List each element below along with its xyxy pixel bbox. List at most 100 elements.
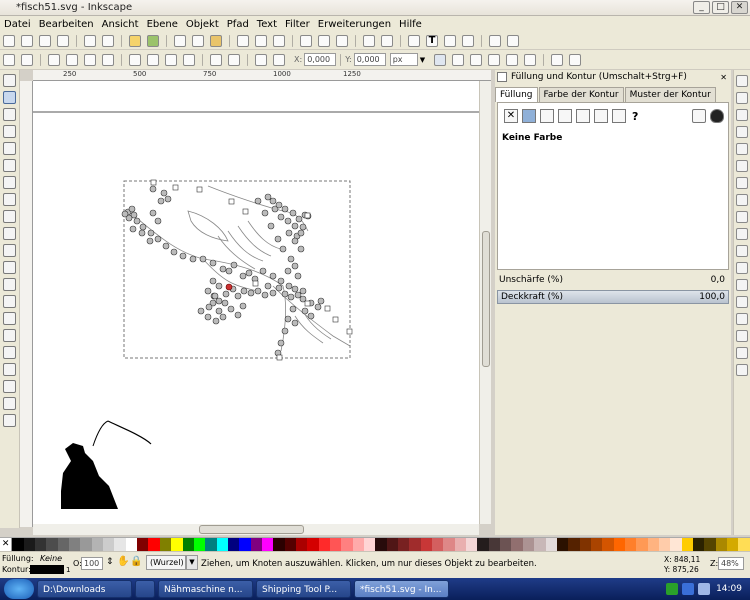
snap-center-icon[interactable] [736, 279, 748, 291]
fill-stroke-icon[interactable] [408, 34, 420, 47]
radial-gradient-button[interactable] [558, 109, 572, 123]
snap-nodes-icon[interactable] [736, 177, 748, 189]
tray-volume-icon[interactable] [698, 583, 711, 595]
gradient-tool-icon[interactable] [3, 363, 16, 376]
paste-icon[interactable] [210, 34, 222, 47]
swatch-button[interactable] [612, 109, 626, 123]
new-file-icon[interactable] [3, 34, 15, 47]
break-path-icon[interactable] [66, 53, 78, 66]
unset-paint-button[interactable]: ? [632, 110, 638, 123]
color-palette[interactable]: ✕ [0, 537, 750, 551]
pattern-button[interactable] [594, 109, 608, 123]
x-field[interactable]: 0,000 [304, 53, 337, 66]
vertical-ruler[interactable] [20, 81, 33, 527]
snap-bbox-center-icon[interactable] [736, 160, 748, 172]
star-tool-icon[interactable] [3, 210, 16, 223]
chevron-down-icon[interactable]: ▼ [420, 56, 425, 64]
start-button[interactable] [4, 579, 34, 599]
menu-text[interactable]: Text [257, 19, 277, 30]
opacity-slider[interactable]: Deckkraft (%) 100,0 [497, 290, 729, 304]
save-icon[interactable] [39, 34, 51, 47]
opacity-value[interactable]: 100,0 [699, 292, 725, 302]
snap-bbox-corner-icon[interactable] [736, 126, 748, 138]
unit-select[interactable]: px [389, 53, 418, 66]
show-transform-handles-icon[interactable] [434, 53, 447, 66]
snap-guide-icon[interactable] [736, 364, 748, 376]
menu-hilfe[interactable]: Hilfe [399, 19, 422, 30]
minimize-button[interactable]: _ [693, 1, 710, 14]
text-font-icon[interactable]: T [426, 34, 438, 47]
lock-icon[interactable]: 🔒 [130, 556, 142, 567]
insert-node-icon[interactable] [3, 53, 15, 66]
menu-filter[interactable]: Filter [285, 19, 310, 30]
layer-select[interactable]: (Wurzel) [146, 555, 186, 570]
next-path-effect-icon[interactable] [488, 53, 501, 66]
spiral-tool-icon[interactable] [3, 227, 16, 240]
chevron-down-icon[interactable]: ▼ [186, 555, 198, 570]
ellipse-tool-icon[interactable] [3, 193, 16, 206]
tab-stroke-style[interactable]: Muster der Kontur [624, 87, 716, 102]
snap-cusp-icon[interactable] [736, 228, 748, 240]
snap-enable-icon[interactable] [736, 75, 748, 87]
delete-segment-icon[interactable] [102, 53, 114, 66]
tray-app-icon[interactable] [666, 583, 679, 595]
export-icon[interactable] [102, 34, 114, 47]
mask-icon[interactable] [524, 53, 537, 66]
segment-curve-icon[interactable] [228, 53, 240, 66]
import-icon[interactable] [84, 34, 96, 47]
blur-value[interactable]: 0,0 [711, 275, 725, 285]
snap-page-icon[interactable] [736, 330, 748, 342]
dropper-tool-icon[interactable] [3, 397, 16, 410]
rectangle-tool-icon[interactable] [3, 159, 16, 172]
fill-rule-nonzero-icon[interactable] [710, 109, 724, 123]
unlink-clone-icon[interactable] [336, 34, 348, 47]
snap-smooth-icon[interactable] [736, 245, 748, 257]
ungroup-icon[interactable] [381, 34, 393, 47]
vertical-scroll-thumb[interactable] [482, 231, 490, 367]
stroke-to-path-icon[interactable] [273, 53, 285, 66]
menu-datei[interactable]: Datei [4, 19, 31, 30]
eraser-tool-icon[interactable] [3, 329, 16, 342]
measure-tool-icon[interactable] [3, 142, 16, 155]
snap-bbox-icon[interactable] [736, 92, 748, 104]
edit-effect-icon[interactable] [569, 53, 582, 66]
zoom-drawing-icon[interactable] [255, 34, 267, 47]
no-paint-button[interactable]: ✕ [504, 109, 518, 123]
close-button[interactable]: ✕ [731, 1, 748, 14]
panel-close-icon[interactable]: ✕ [720, 73, 727, 82]
hand-icon[interactable]: ✋ [117, 556, 129, 567]
flat-color-button[interactable] [522, 109, 536, 123]
cusp-node-icon[interactable] [129, 53, 141, 66]
node-tool-icon[interactable] [3, 91, 16, 104]
maximize-button[interactable]: □ [712, 1, 729, 14]
snap-rotation-center-icon[interactable] [736, 296, 748, 308]
redo-icon[interactable] [147, 34, 159, 47]
snap-bbox-edge-icon[interactable] [736, 109, 748, 121]
tweak-tool-icon[interactable] [3, 108, 16, 121]
pen-tool-icon[interactable] [3, 261, 16, 274]
stepper-icon[interactable]: ⇕ [106, 557, 114, 567]
ie-icon[interactable] [135, 580, 155, 598]
auto-smooth-node-icon[interactable] [183, 53, 195, 66]
box3d-tool-icon[interactable] [3, 176, 16, 189]
group-icon[interactable] [363, 34, 375, 47]
spray-tool-icon[interactable] [3, 312, 16, 325]
linear-gradient-button[interactable] [540, 109, 554, 123]
zoom-selection-icon[interactable] [237, 34, 249, 47]
tab-fill[interactable]: Füllung [495, 87, 538, 102]
task-inkscape[interactable]: *fisch51.svg - In... [354, 580, 449, 598]
pencil-tool-icon[interactable] [3, 244, 16, 257]
connector-tool-icon[interactable] [3, 414, 16, 427]
mesh-tool-icon[interactable] [3, 380, 16, 393]
show-bbox-icon[interactable] [551, 53, 564, 66]
snap-text-baseline-icon[interactable] [736, 313, 748, 325]
clone-icon[interactable] [318, 34, 330, 47]
text-tool-icon[interactable] [3, 295, 16, 308]
align-icon[interactable] [462, 34, 474, 47]
opacity-field[interactable]: 100 [81, 557, 103, 570]
snap-midpoint-icon[interactable] [736, 262, 748, 274]
stroke-swatch[interactable] [30, 565, 64, 574]
show-handles-icon[interactable] [452, 53, 465, 66]
show-outline-icon[interactable] [470, 53, 483, 66]
menu-objekt[interactable]: Objekt [186, 19, 219, 30]
